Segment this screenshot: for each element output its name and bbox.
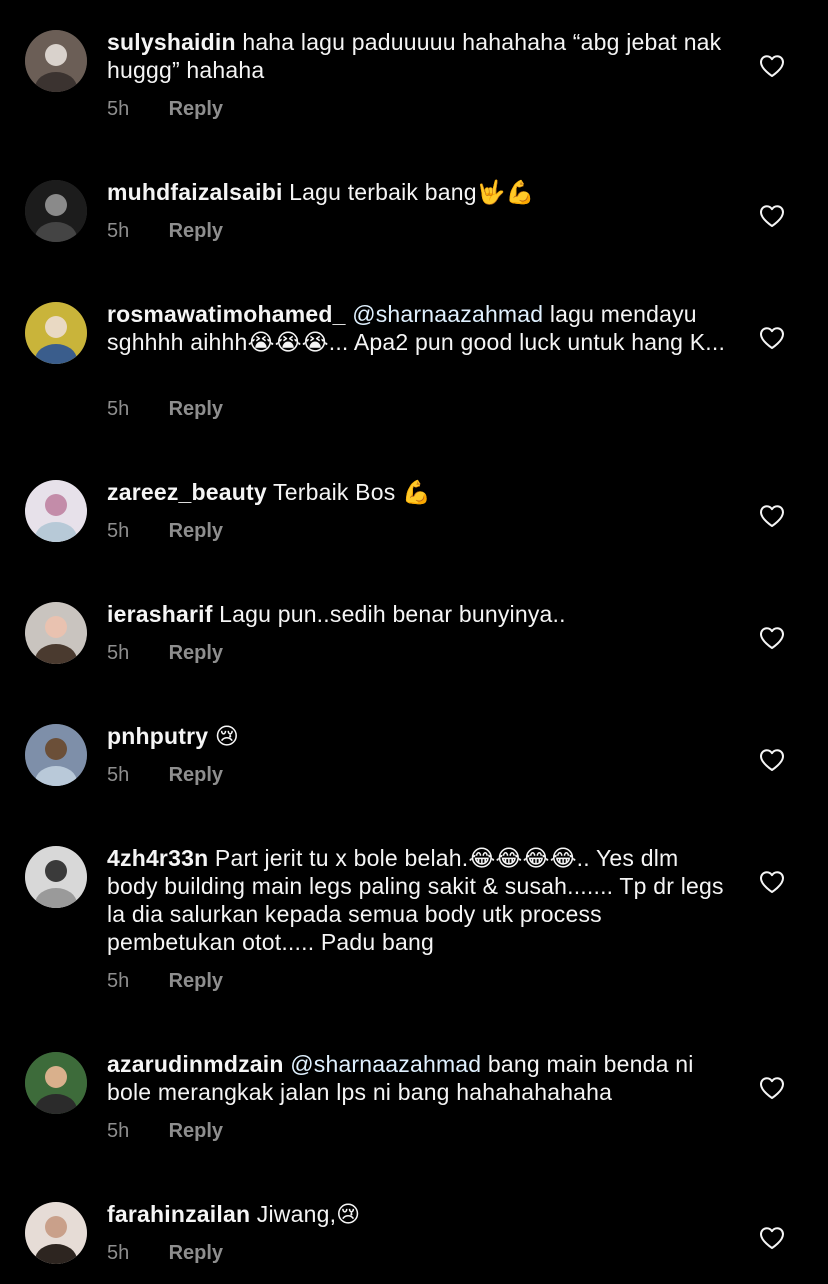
comment-body: muhdfaizalsaibi Lagu terbaik bang🤟💪: [107, 178, 727, 206]
comment-body: azarudinmdzain @sharnaazahmad bang main …: [107, 1050, 727, 1106]
comment-body: farahinzailan Jiwang,😢: [107, 1200, 727, 1228]
comment-body: sulyshaidin haha lagu paduuuuu hahahaha …: [107, 28, 727, 84]
heart-icon[interactable]: [759, 204, 785, 228]
heart-icon[interactable]: [759, 326, 785, 350]
comment-text: Terbaik Bos 💪: [273, 479, 431, 505]
avatar[interactable]: [25, 302, 87, 364]
comment-meta: 5h Reply: [107, 1241, 223, 1265]
avatar[interactable]: [25, 846, 87, 908]
comment-meta: 5h Reply: [107, 219, 223, 243]
comment-body: 4zh4r33n Part jerit tu x bole belah.😂😂😂😂…: [107, 844, 727, 956]
reply-button[interactable]: Reply: [169, 764, 223, 786]
comment-text: 😢: [214, 723, 240, 749]
heart-icon[interactable]: [759, 1076, 785, 1100]
comment-timestamp: 5h: [107, 220, 130, 242]
comment-username[interactable]: farahinzailan: [107, 1201, 250, 1227]
comment-body: ierasharif Lagu pun..sedih benar bunyiny…: [107, 600, 727, 628]
reply-button[interactable]: Reply: [169, 1120, 223, 1142]
comment-username[interactable]: sulyshaidin: [107, 29, 236, 55]
comment-text: Jiwang,😢: [256, 1201, 361, 1227]
comment-timestamp: 5h: [107, 98, 130, 120]
comment-meta: 5h Reply: [107, 97, 223, 121]
comment-username[interactable]: pnhputry: [107, 723, 208, 749]
heart-icon[interactable]: [759, 504, 785, 528]
comment-body: rosmawatimohamed_ @sharnaazahmad lagu me…: [107, 300, 727, 356]
avatar-image: [25, 724, 87, 786]
heart-icon[interactable]: [759, 870, 785, 894]
avatar[interactable]: [25, 30, 87, 92]
comment-text: Lagu pun..sedih benar bunyinya..: [219, 601, 566, 627]
avatar-image: [25, 302, 87, 364]
comment-meta: 5h Reply: [107, 969, 223, 993]
avatar[interactable]: [25, 1202, 87, 1264]
avatar-image: [25, 846, 87, 908]
heart-icon[interactable]: [759, 626, 785, 650]
comment-username[interactable]: rosmawatimohamed_: [107, 301, 346, 327]
comment-timestamp: 5h: [107, 1242, 130, 1264]
heart-icon[interactable]: [759, 54, 785, 78]
comment-timestamp: 5h: [107, 970, 130, 992]
heart-icon[interactable]: [759, 1226, 785, 1250]
avatar-image: [25, 1202, 87, 1264]
heart-icon[interactable]: [759, 748, 785, 772]
comment-username[interactable]: azarudinmdzain: [107, 1051, 284, 1077]
comment-mention[interactable]: @sharnaazahmad: [352, 301, 543, 327]
comment-timestamp: 5h: [107, 398, 130, 420]
reply-button[interactable]: Reply: [169, 970, 223, 992]
avatar[interactable]: [25, 724, 87, 786]
comment-timestamp: 5h: [107, 642, 130, 664]
comment-username[interactable]: muhdfaizalsaibi: [107, 179, 283, 205]
avatar-image: [25, 180, 87, 242]
avatar[interactable]: [25, 180, 87, 242]
avatar-image: [25, 30, 87, 92]
comment-text: Lagu terbaik bang🤟💪: [289, 179, 535, 205]
avatar[interactable]: [25, 602, 87, 664]
comment-username[interactable]: ierasharif: [107, 601, 213, 627]
comment-timestamp: 5h: [107, 520, 130, 542]
comment-meta: 5h Reply: [107, 641, 223, 665]
comment-username[interactable]: zareez_beauty: [107, 479, 267, 505]
reply-button[interactable]: Reply: [169, 1242, 223, 1264]
comments-list: sulyshaidin haha lagu paduuuuu hahahaha …: [0, 0, 828, 1284]
reply-button[interactable]: Reply: [169, 520, 223, 542]
reply-button[interactable]: Reply: [169, 98, 223, 120]
avatar-image: [25, 480, 87, 542]
comment-meta: 5h Reply: [107, 397, 223, 421]
comment-meta: 5h Reply: [107, 519, 223, 543]
comment-timestamp: 5h: [107, 764, 130, 786]
avatar[interactable]: [25, 480, 87, 542]
comment-body: pnhputry 😢: [107, 722, 727, 750]
comment-body: zareez_beauty Terbaik Bos 💪: [107, 478, 727, 506]
reply-button[interactable]: Reply: [169, 642, 223, 664]
comment-username[interactable]: 4zh4r33n: [107, 845, 208, 871]
reply-button[interactable]: Reply: [169, 220, 223, 242]
reply-button[interactable]: Reply: [169, 398, 223, 420]
comment-meta: 5h Reply: [107, 763, 223, 787]
comment-meta: 5h Reply: [107, 1119, 223, 1143]
avatar-image: [25, 602, 87, 664]
comment-timestamp: 5h: [107, 1120, 130, 1142]
comment-mention[interactable]: @sharnaazahmad: [290, 1051, 481, 1077]
avatar-image: [25, 1052, 87, 1114]
avatar[interactable]: [25, 1052, 87, 1114]
